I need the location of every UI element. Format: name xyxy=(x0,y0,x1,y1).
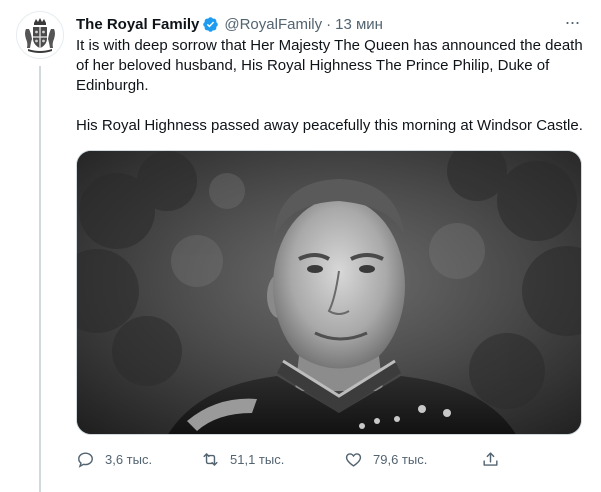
timestamp[interactable]: 13 мин xyxy=(335,16,383,33)
retweet-icon xyxy=(203,452,218,466)
like-button[interactable]: 79,6 тыс. xyxy=(344,450,427,469)
tweet-paragraph: His Royal Highness passed away peacefull… xyxy=(76,117,583,134)
like-count: 79,6 тыс. xyxy=(373,451,428,467)
avatar[interactable] xyxy=(16,11,64,59)
author-name[interactable]: The Royal Family xyxy=(76,16,199,33)
tweet-actions: 3,6 тыс. 51,1 тыс. 79,6 тыс. xyxy=(76,446,546,472)
tweet-paragraph: It is with deep sorrow that Her Majesty … xyxy=(76,37,583,94)
tweet-header: The Royal Family @RoyalFamily · 13 мин ·… xyxy=(76,11,583,35)
more-dots-icon[interactable]: ··· xyxy=(561,11,583,33)
reply-icon xyxy=(78,451,93,468)
author-handle[interactable]: @RoyalFamily xyxy=(224,16,322,33)
royal-coat-of-arms-icon xyxy=(25,18,55,53)
heart-icon xyxy=(345,452,362,467)
thread-line xyxy=(39,66,41,492)
retweet-count: 51,1 тыс. xyxy=(230,451,285,467)
tweet[interactable]: The Royal Family @RoyalFamily · 13 мин ·… xyxy=(0,0,601,492)
share-icon xyxy=(483,451,498,466)
reply-count: 3,6 тыс. xyxy=(105,451,153,467)
separator: · xyxy=(326,15,332,33)
tweet-text: It is with deep sorrow that Her Majesty … xyxy=(76,36,586,136)
tweet-photo[interactable] xyxy=(76,150,582,435)
reply-button[interactable]: 3,6 тыс. xyxy=(76,450,152,469)
verified-badge-icon xyxy=(202,16,219,33)
share-button[interactable] xyxy=(481,450,500,469)
portrait-image xyxy=(77,151,581,434)
retweet-button[interactable]: 51,1 тыс. xyxy=(201,450,284,469)
